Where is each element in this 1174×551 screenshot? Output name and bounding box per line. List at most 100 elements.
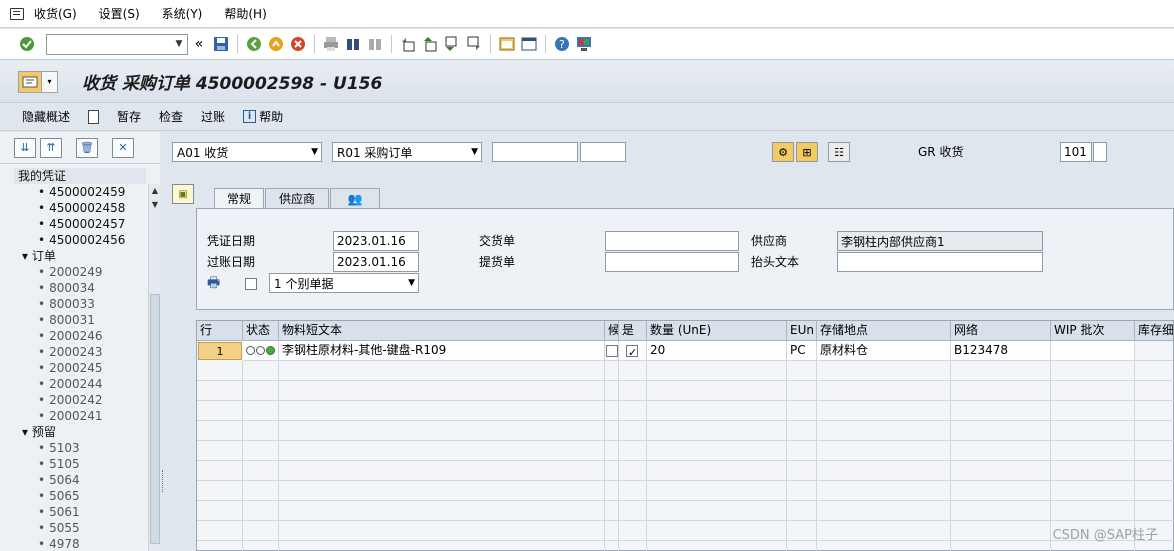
enter-icon[interactable] (18, 35, 36, 53)
row-selector[interactable]: 1 (198, 342, 242, 360)
find-icon[interactable] (344, 35, 362, 53)
hold-button[interactable]: 暂存 (117, 108, 141, 125)
tab-partner[interactable]: 👥 (330, 188, 380, 208)
command-field[interactable]: ▼ (46, 33, 188, 55)
tree-node-orders[interactable]: ▾ 订单 (14, 248, 146, 264)
exit-icon[interactable] (267, 35, 285, 53)
tree-item[interactable]: 800033 (14, 296, 146, 312)
post-date-field[interactable]: 2023.01.16 (333, 252, 419, 272)
tree-node-reservations[interactable]: ▾ 预留 (14, 424, 146, 440)
find-next-icon[interactable] (366, 35, 384, 53)
tree-item[interactable]: 5105 (14, 456, 146, 472)
menu-system[interactable]: 系统(Y) (162, 5, 203, 22)
column-header[interactable]: 行 (197, 321, 243, 341)
tree-item[interactable]: 5055 (14, 520, 146, 536)
reference-number-field[interactable] (492, 142, 578, 162)
save-icon[interactable] (212, 35, 230, 53)
menu-goods-receipt[interactable]: 收货(G) (34, 5, 77, 22)
network-cell[interactable]: B123478 (951, 341, 1051, 361)
back-icon[interactable] (245, 35, 263, 53)
tree-item[interactable]: 2000249 (14, 264, 146, 280)
previous-page-icon[interactable] (421, 35, 439, 53)
collapse-icon[interactable]: « (190, 35, 208, 53)
chevron-down-icon[interactable]: ▼ (171, 35, 187, 54)
new-document-button[interactable] (88, 109, 100, 124)
tree-item[interactable]: 800031 (14, 312, 146, 328)
collapse-all-icon[interactable]: ⇈ (40, 137, 62, 158)
tree-item[interactable]: 2000246 (14, 328, 146, 344)
tree-item[interactable]: 5064 (14, 472, 146, 488)
tree-item[interactable]: 2000245 (14, 360, 146, 376)
chevron-down-icon[interactable]: ▼ (471, 147, 478, 157)
quantity-cell[interactable]: 20 (647, 341, 787, 361)
hide-overview-button[interactable]: 隐藏概述 (22, 108, 70, 125)
tree-item[interactable]: 2000241 (14, 408, 146, 424)
reference-doc-select[interactable]: R01 采购订单 ▼ (332, 142, 482, 162)
movement-type-field[interactable]: 101 (1060, 142, 1092, 162)
chevron-down-icon[interactable]: ▼ (408, 278, 415, 288)
delete-icon[interactable]: 🗑 (76, 137, 98, 158)
menu-help[interactable]: 帮助(H) (224, 5, 266, 22)
cancel-icon[interactable] (289, 35, 307, 53)
column-header[interactable]: 数量 (UnE) (647, 321, 787, 341)
print-icon[interactable]: 🖶 (207, 273, 220, 293)
system-menu-icon[interactable] (10, 7, 24, 20)
transaction-icon[interactable] (18, 70, 42, 93)
scrollbar-thumb[interactable] (150, 294, 160, 544)
bill-of-lading-field[interactable] (605, 252, 739, 272)
tree-item[interactable]: 5065 (14, 488, 146, 504)
post-button[interactable]: 过账 (201, 108, 225, 125)
help-icon[interactable]: ? (553, 35, 571, 53)
unit-cell[interactable]: PC (787, 341, 817, 361)
tree-item[interactable]: 4500002457 (14, 216, 146, 232)
transaction-select[interactable]: A01 收货 ▼ (172, 142, 322, 162)
column-header[interactable]: 候 (605, 321, 619, 341)
tree-item[interactable]: 4500002456 (14, 232, 146, 248)
column-header[interactable]: 库存细分 (1135, 321, 1173, 341)
material-text-cell[interactable]: 李钢柱原材料-其他-键盘-R109 (279, 341, 605, 361)
column-header[interactable]: WIP 批次 (1051, 321, 1135, 341)
print-checkbox[interactable] (245, 273, 257, 293)
tree-item[interactable]: 2000243 (14, 344, 146, 360)
menu-settings[interactable]: 设置(S) (99, 5, 140, 22)
slip-option-select[interactable]: 1 个别单据 ▼ (269, 273, 419, 293)
first-page-icon[interactable] (399, 35, 417, 53)
expand-all-icon[interactable]: ⇊ (14, 137, 36, 158)
item-ok-checkbox[interactable] (619, 341, 647, 361)
last-page-icon[interactable] (465, 35, 483, 53)
tree-item[interactable]: 2000244 (14, 376, 146, 392)
execute-icon[interactable]: ⚙ (772, 142, 794, 162)
storage-location-cell[interactable]: 原材料仓 (817, 341, 951, 361)
tree-my-documents[interactable]: 我的凭证 (14, 168, 146, 184)
column-header[interactable]: 物料短文本 (279, 321, 605, 341)
check-button[interactable]: 检查 (159, 108, 183, 125)
splitter-grip[interactable] (162, 470, 165, 492)
next-page-icon[interactable] (443, 35, 461, 53)
column-header[interactable]: 存储地点 (817, 321, 951, 341)
doc-date-field[interactable]: 2023.01.16 (333, 231, 419, 251)
tree-item[interactable]: 5103 (14, 440, 146, 456)
delivery-note-field[interactable] (605, 231, 739, 251)
tree-item[interactable]: 800034 (14, 280, 146, 296)
tree-item[interactable]: 4978 (14, 536, 146, 551)
column-header[interactable]: EUn (787, 321, 817, 341)
tree-item[interactable]: 4500002458 (14, 200, 146, 216)
header-text-field[interactable] (837, 252, 1043, 272)
close-icon[interactable]: ✕ (112, 137, 134, 158)
layout-menu-icon[interactable] (575, 35, 593, 53)
movement-type-extra-field[interactable] (1093, 142, 1107, 162)
tree-item[interactable]: 4500002459 (14, 184, 146, 200)
header-toggle-icon[interactable]: ▣ (172, 184, 194, 204)
chevron-down-icon[interactable]: ▼ (311, 147, 318, 157)
tree-item[interactable]: 5061 (14, 504, 146, 520)
print-icon[interactable] (322, 35, 340, 53)
tab-vendor[interactable]: 供应商 (265, 188, 329, 208)
help-button[interactable]: i 帮助 (243, 108, 283, 125)
settings-icon[interactable]: ☷ (828, 142, 850, 162)
tab-general[interactable]: 常规 (214, 188, 264, 208)
chevron-down-icon[interactable]: ▾ (42, 70, 58, 93)
column-header[interactable]: 状态 (243, 321, 279, 341)
cell-checkbox[interactable] (605, 341, 619, 361)
column-header[interactable]: 是 (619, 321, 647, 341)
tree-item[interactable]: 2000242 (14, 392, 146, 408)
